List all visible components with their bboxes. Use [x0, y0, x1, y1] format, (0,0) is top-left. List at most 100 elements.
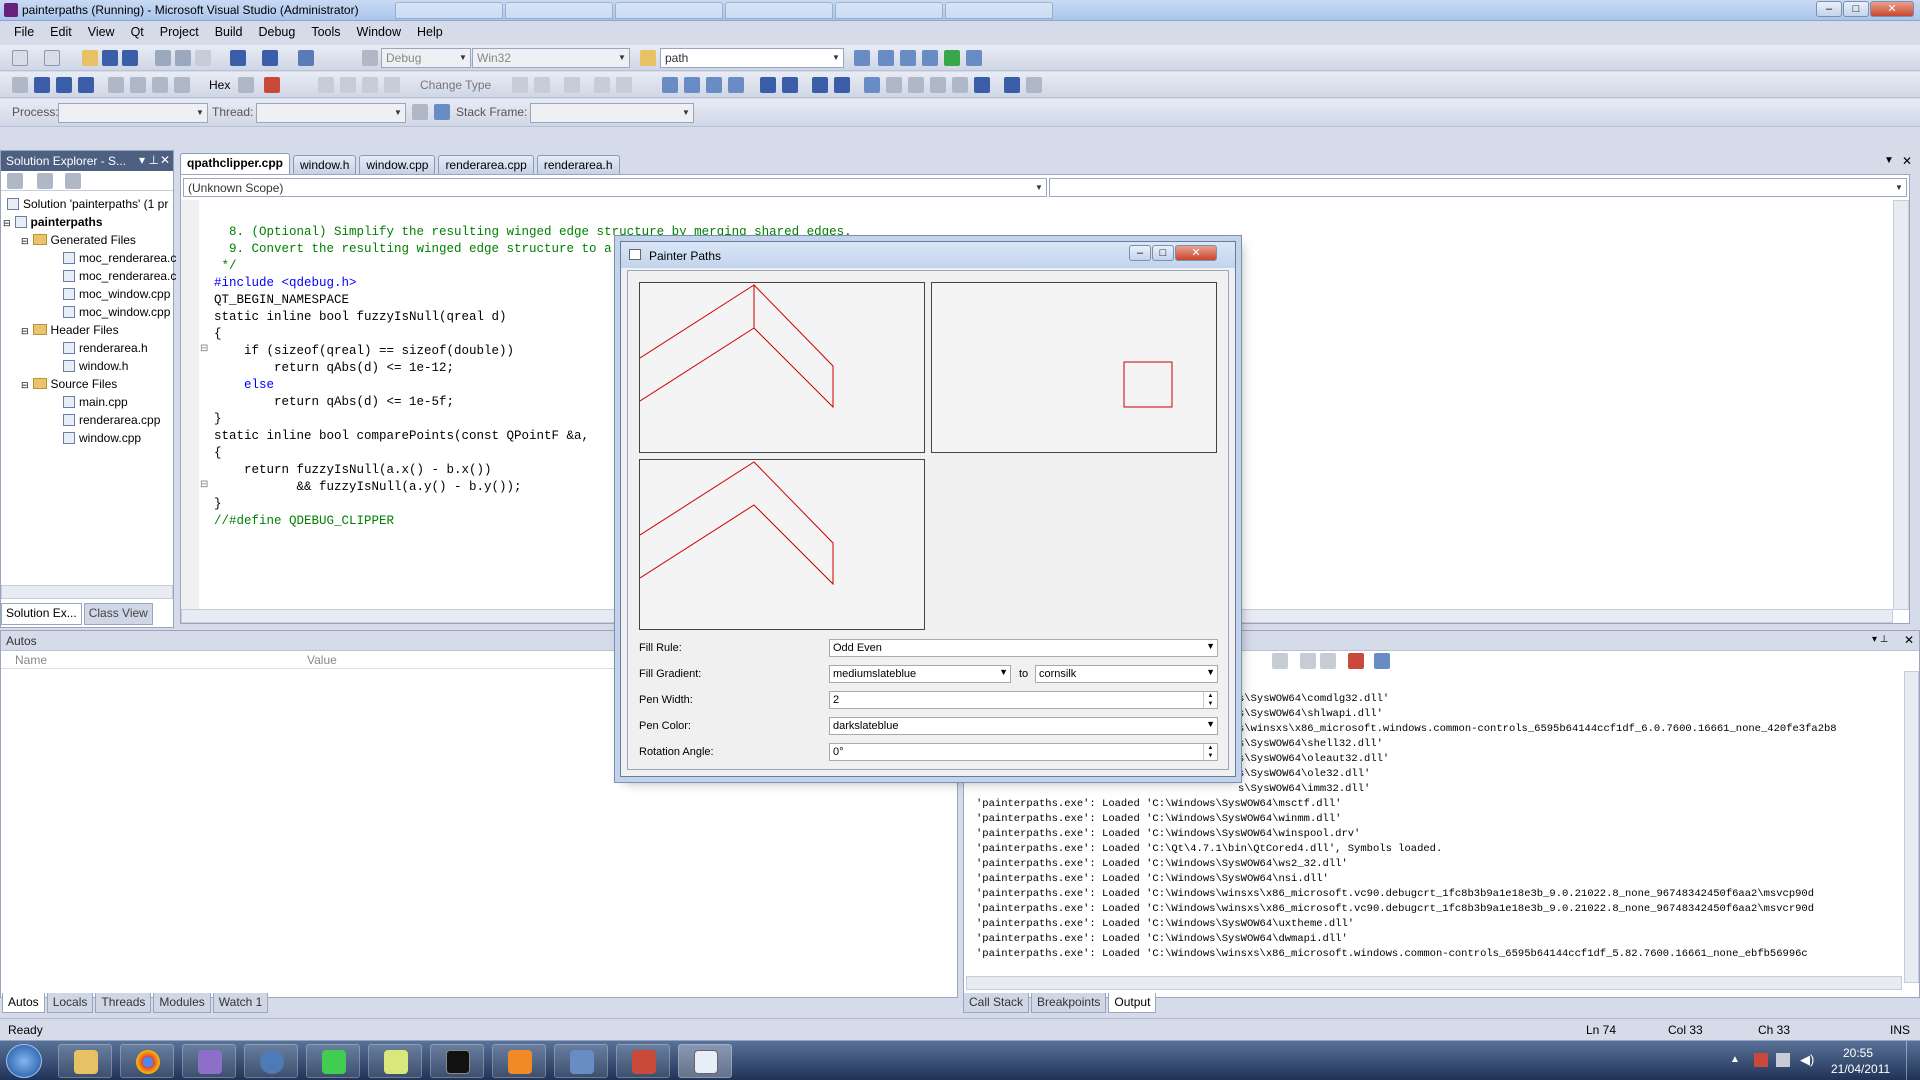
start-button[interactable] — [6, 1044, 42, 1078]
tree-item-file[interactable]: renderarea.cpp — [63, 413, 160, 427]
toolbox-icon[interactable] — [922, 50, 938, 66]
redo-icon[interactable] — [262, 50, 278, 66]
tab-window-cpp[interactable]: window.cpp — [359, 155, 436, 174]
tab-dropdown-icon[interactable]: ▼ — [1884, 155, 1894, 166]
horizontal-scrollbar[interactable] — [1, 585, 173, 599]
properties-icon[interactable] — [900, 50, 916, 66]
format-icon[interactable] — [340, 77, 356, 93]
toolbar-icon[interactable] — [728, 77, 744, 93]
step-out-icon[interactable] — [174, 77, 190, 93]
tree-item-file[interactable]: window.cpp — [63, 431, 141, 445]
bookmark-icon[interactable] — [974, 77, 990, 93]
save-all-icon[interactable] — [122, 50, 138, 66]
action-center-icon[interactable] — [1754, 1053, 1768, 1067]
next-message-icon[interactable] — [1320, 653, 1336, 669]
filter-icon[interactable] — [412, 104, 428, 120]
taskbar-pidgin[interactable] — [182, 1044, 236, 1078]
collapse-icon[interactable]: ⊟ — [21, 380, 29, 390]
pin-icon[interactable]: ▾ — [139, 153, 145, 167]
tree-item-source-files[interactable]: ⊟ Source Files — [21, 377, 117, 391]
pen-width-spinbox[interactable]: 2 ▲ ▼ — [829, 691, 1218, 709]
bookmark-icon[interactable] — [952, 77, 968, 93]
find-input[interactable]: path ▼ — [660, 48, 844, 68]
tab-renderarea-cpp[interactable]: renderarea.cpp — [438, 155, 534, 174]
start-page-icon[interactable] — [944, 50, 960, 66]
platform-select[interactable]: Win32 ▼ — [472, 48, 630, 68]
taskbar-app[interactable] — [554, 1044, 608, 1078]
menu-window[interactable]: Window — [349, 25, 409, 39]
column-name[interactable]: Name — [15, 653, 47, 667]
tree-item-file[interactable]: renderarea.h — [63, 341, 148, 355]
tab-locals[interactable]: Locals — [46, 993, 94, 1013]
tree-item-generated-files[interactable]: ⊟ Generated Files — [21, 233, 136, 247]
rotation-angle-spinbox[interactable]: 0° ▲ ▼ — [829, 743, 1218, 761]
close-button[interactable]: ✕ — [1175, 245, 1217, 261]
background-tab[interactable] — [725, 2, 833, 19]
menu-view[interactable]: View — [80, 25, 123, 39]
stack-frame-select[interactable]: ▼ — [530, 103, 694, 123]
close-icon[interactable]: ✕ — [160, 153, 170, 167]
bookmark-icon[interactable] — [1004, 77, 1020, 93]
find-icon[interactable] — [854, 50, 870, 66]
fill-rule-select[interactable]: Odd Even ▼ — [829, 639, 1218, 657]
close-button[interactable]: ✕ — [1870, 1, 1914, 17]
format-icon[interactable] — [362, 77, 378, 93]
toolbar-icon[interactable] — [616, 77, 632, 93]
tab-modules[interactable]: Modules — [153, 993, 211, 1013]
continue-icon[interactable] — [12, 77, 28, 93]
toolbar-icon[interactable] — [706, 77, 722, 93]
gradient-to-select[interactable]: cornsilk ▼ — [1035, 665, 1218, 683]
taskbar-qt[interactable] — [306, 1044, 360, 1078]
tab-autos[interactable]: Autos — [2, 993, 45, 1013]
tree-item-file[interactable]: main.cpp — [63, 395, 128, 409]
menu-file[interactable]: File — [6, 25, 42, 39]
bookmark-icon[interactable] — [908, 77, 924, 93]
show-all-files-icon[interactable] — [37, 173, 53, 189]
change-type-button[interactable]: Change Type — [420, 78, 491, 92]
find-in-files-icon[interactable] — [640, 50, 656, 66]
show-hidden-icons-icon[interactable]: ▲ — [1730, 1054, 1740, 1065]
tree-item-file[interactable]: moc_renderarea.c — [63, 251, 176, 265]
pen-color-select[interactable]: darkslateblue ▼ — [829, 717, 1218, 735]
collapse-icon[interactable]: ⊟ — [21, 326, 29, 336]
menu-project[interactable]: Project — [152, 25, 207, 39]
undo-icon[interactable] — [230, 50, 246, 66]
break-all-icon[interactable] — [34, 77, 50, 93]
tab-solution-explorer[interactable]: Solution Ex... — [1, 603, 82, 625]
tree-item-file[interactable]: moc_renderarea.c — [63, 269, 176, 283]
windows-icon[interactable] — [264, 77, 280, 93]
copy-icon[interactable] — [175, 50, 191, 66]
maximize-button[interactable]: □ — [1843, 1, 1869, 17]
spin-arrows-icon[interactable]: ▲ ▼ — [1203, 692, 1217, 708]
tree-item-file[interactable]: moc_window.cpp — [63, 287, 170, 301]
cut-icon[interactable] — [155, 50, 171, 66]
close-icon[interactable]: ✕ — [1904, 633, 1914, 647]
tree-item-project[interactable]: ⊟ painterpaths — [3, 215, 103, 229]
member-select[interactable]: ▼ — [1049, 178, 1907, 197]
menu-debug[interactable]: Debug — [250, 25, 303, 39]
tree-item-header-files[interactable]: ⊟ Header Files — [21, 323, 119, 337]
show-next-statement-icon[interactable] — [108, 77, 124, 93]
bookmark-icon[interactable] — [1026, 77, 1042, 93]
background-tab[interactable] — [945, 2, 1053, 19]
scope-select[interactable]: (Unknown Scope) ▼ — [183, 178, 1047, 197]
clock-time[interactable]: 20:55 — [1843, 1046, 1873, 1060]
background-tab[interactable] — [395, 2, 503, 19]
tab-qpathclipper-cpp[interactable]: qpathclipper.cpp — [180, 153, 291, 174]
menu-tools[interactable]: Tools — [303, 25, 348, 39]
open-icon[interactable] — [82, 50, 98, 66]
toolbar-icon[interactable] — [684, 77, 700, 93]
bookmark-icon[interactable] — [864, 77, 880, 93]
toolbar-icon[interactable] — [564, 77, 580, 93]
navigate-icon[interactable] — [298, 50, 314, 66]
command-window-icon[interactable] — [966, 50, 982, 66]
clock-date[interactable]: 21/04/2011 — [1831, 1062, 1890, 1076]
find-message-icon[interactable] — [1272, 653, 1288, 669]
taskbar-app[interactable] — [616, 1044, 670, 1078]
collapse-icon[interactable]: ⊟ — [200, 479, 208, 490]
taskbar-console[interactable] — [430, 1044, 484, 1078]
tab-watch-1[interactable]: Watch 1 — [212, 993, 269, 1013]
tab-window-h[interactable]: window.h — [293, 155, 357, 174]
toolbar-icon[interactable] — [594, 77, 610, 93]
minimize-button[interactable]: – — [1129, 245, 1151, 261]
